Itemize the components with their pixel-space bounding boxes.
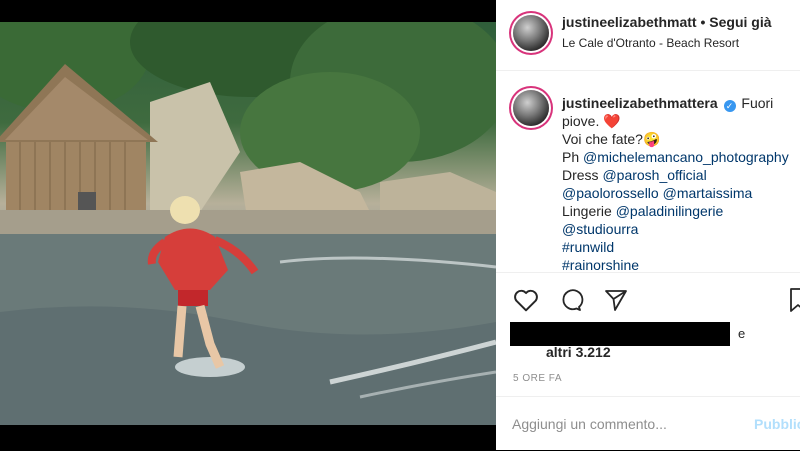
action-bar [496, 274, 800, 324]
mention-link-martaissima[interactable]: @martaissima [663, 185, 753, 201]
beach-scene-image [0, 22, 496, 425]
verified-badge-icon: ✓ [723, 100, 736, 112]
caption-text: justineelizabethmattera ✓ Fuori piove. ❤… [562, 94, 798, 272]
caption-line2: piove. [562, 113, 600, 129]
hashtag-runwild[interactable]: #runwild [562, 238, 798, 256]
redacted-likers [510, 322, 730, 346]
studio-mention-link[interactable]: @studiourra [562, 220, 798, 238]
location-link[interactable]: Le Cale d'Otranto - Beach Resort [562, 36, 739, 50]
post-photo[interactable] [0, 22, 496, 425]
mention-link-paolorossello[interactable]: @paolorossello [562, 185, 659, 201]
caption-avatar[interactable] [513, 90, 549, 126]
post-timestamp[interactable]: 5 ORE FA [513, 373, 562, 384]
publish-button[interactable]: Pubblica [754, 416, 800, 432]
heart-emoji: ❤️ [603, 113, 621, 129]
caption-username-link[interactable]: justineelizabethmattera [562, 95, 718, 111]
caption-section: justineelizabethmattera ✓ Fuori piove. ❤… [496, 70, 800, 273]
share-icon[interactable] [603, 288, 629, 312]
caption-line1: Fuori [741, 95, 774, 111]
bookmark-icon[interactable] [790, 288, 800, 312]
avatar[interactable] [513, 15, 549, 51]
ph-label: Ph [562, 149, 580, 165]
caption-line3: Voi che fate? [562, 131, 643, 147]
heart-icon[interactable] [513, 288, 539, 312]
crazy-face-emoji: 🤪 [642, 131, 661, 147]
separator-dot: • [700, 14, 706, 30]
username-link[interactable]: justineelizabethmatt [562, 14, 697, 30]
header-username-row: justineelizabethmatt • Segui già [562, 14, 772, 30]
lingerie-label: Lingerie [562, 203, 612, 219]
comment-input[interactable] [512, 415, 732, 433]
comment-form: Pubblica [496, 396, 800, 451]
post-header: justineelizabethmatt • Segui già Le Cale… [496, 0, 800, 71]
likes-count-link[interactable]: altri 3.212 [546, 344, 611, 360]
dress-label: Dress [562, 167, 599, 183]
photographer-mention-link[interactable]: @michelemancano_photography [583, 149, 789, 165]
post-sidebar: justineelizabethmatt • Segui già Le Cale… [496, 0, 800, 450]
follow-button[interactable]: Segui già [709, 14, 771, 30]
likes-and-label: e [738, 326, 746, 341]
comment-icon[interactable] [558, 288, 584, 312]
hashtag-rainorshine[interactable]: #rainorshine [562, 256, 798, 272]
dress-mention-link[interactable]: @parosh_official [602, 167, 706, 183]
lingerie-mention-link[interactable]: @paladinilingerie [616, 203, 724, 219]
